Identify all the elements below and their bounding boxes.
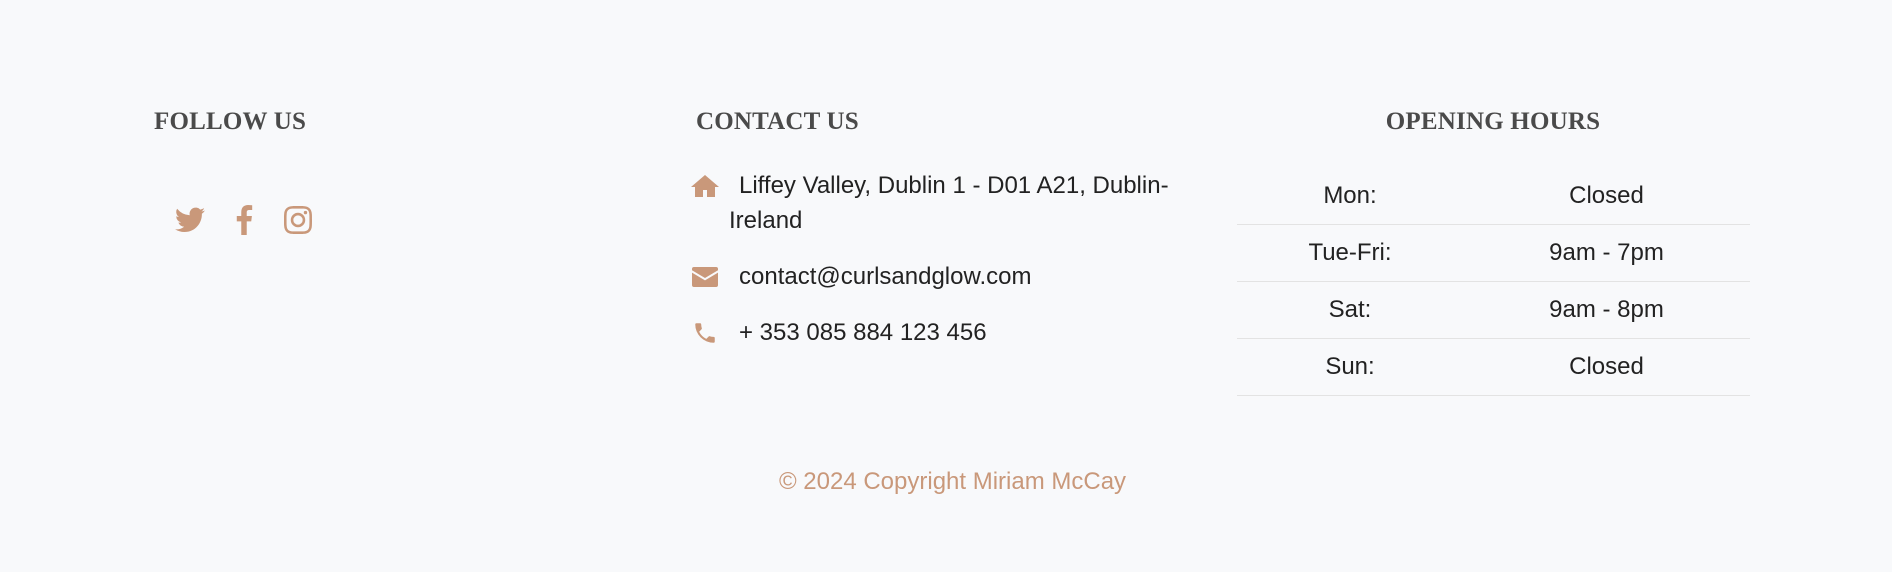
day-label: Sat: xyxy=(1237,281,1463,339)
instagram-icon xyxy=(284,206,312,234)
instagram-link[interactable] xyxy=(271,200,325,240)
contact-email: contact@curlsandglow.com xyxy=(690,259,1190,294)
day-label: Tue-Fri: xyxy=(1237,224,1463,282)
facebook-icon xyxy=(236,205,253,235)
contact-address: Liffey Valley, Dublin 1 - D01 A21, Dubli… xyxy=(690,168,1190,238)
twitter-link[interactable] xyxy=(163,200,217,240)
facebook-link[interactable] xyxy=(217,200,271,240)
contact-phone: + 353 085 884 123 456 xyxy=(690,315,1190,350)
envelope-icon xyxy=(690,264,720,290)
time-value: 9am - 7pm xyxy=(1463,224,1750,282)
follow-us-heading: FOLLOW US xyxy=(154,108,307,135)
day-label: Mon: xyxy=(1237,168,1463,225)
opening-hours-table: Mon: Closed Tue-Fri: 9am - 7pm Sat: 9am … xyxy=(1237,168,1750,396)
copyright-text: © 2024 Copyright Miriam McCay xyxy=(778,468,1127,495)
social-links xyxy=(163,200,325,240)
table-row: Mon: Closed xyxy=(1237,168,1750,225)
day-label: Sun: xyxy=(1237,338,1463,396)
site-footer: FOLLOW US CONTACT US Liffey Valley, Dubl… xyxy=(0,0,1892,572)
table-row: Sat: 9am - 8pm xyxy=(1237,281,1750,339)
time-value: Closed xyxy=(1463,168,1750,225)
opening-hours-heading: OPENING HOURS xyxy=(1385,108,1601,135)
address-line-2: Ireland xyxy=(729,207,803,234)
contact-list: Liffey Valley, Dublin 1 - D01 A21, Dubli… xyxy=(690,168,1190,371)
home-icon xyxy=(690,173,720,199)
email-link[interactable]: contact@curlsandglow.com xyxy=(739,263,1032,290)
time-value: 9am - 8pm xyxy=(1463,281,1750,339)
phone-icon xyxy=(690,320,720,346)
time-value: Closed xyxy=(1463,338,1750,396)
table-row: Tue-Fri: 9am - 7pm xyxy=(1237,224,1750,282)
table-row: Sun: Closed xyxy=(1237,338,1750,396)
phone-link[interactable]: + 353 085 884 123 456 xyxy=(739,319,987,346)
address-line-1: Liffey Valley, Dublin 1 - D01 A21, Dubli… xyxy=(739,172,1169,199)
twitter-icon xyxy=(175,207,205,232)
contact-us-heading: CONTACT US xyxy=(696,108,859,135)
